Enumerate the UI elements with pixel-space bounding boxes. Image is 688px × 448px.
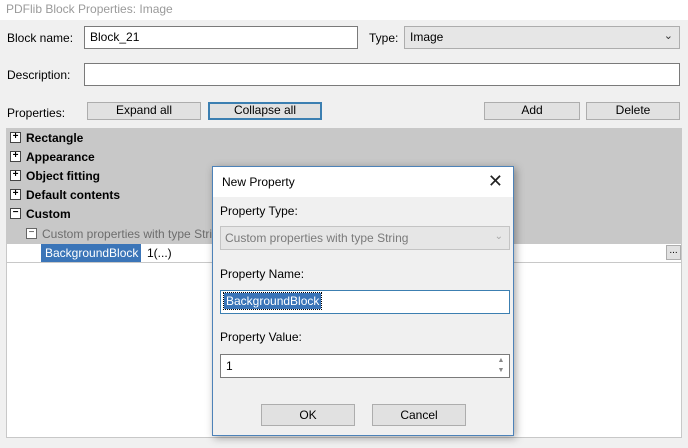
property-name-cell[interactable]: BackgroundBlock	[41, 244, 141, 262]
property-value-input[interactable]: 1 ▲ ▼	[220, 354, 510, 378]
property-type-label: Property Type:	[220, 204, 298, 218]
tree-group-rectangle[interactable]: + Rectangle	[7, 129, 681, 148]
dialog-title: New Property	[222, 175, 295, 189]
block-name-input[interactable]: Block_21	[84, 26, 358, 49]
collapse-icon[interactable]: −	[10, 208, 21, 219]
add-button[interactable]: Add	[484, 102, 580, 120]
tree-group-label: Rectangle	[26, 131, 84, 145]
tree-group-label: Appearance	[26, 150, 95, 164]
collapse-all-button[interactable]: Collapse all	[208, 102, 322, 120]
tree-group-label: Object fitting	[26, 169, 100, 183]
tree-group-appearance[interactable]: + Appearance	[7, 148, 681, 167]
window-title: PDFlib Block Properties: Image	[6, 2, 173, 16]
ok-button[interactable]: OK	[261, 404, 355, 426]
cancel-button[interactable]: Cancel	[372, 404, 466, 426]
expand-icon[interactable]: +	[10, 170, 21, 181]
spinner-arrows-icon[interactable]: ▲ ▼	[495, 356, 507, 376]
property-name-selected-text: BackgroundBlock	[222, 292, 323, 310]
tree-group-label: Custom	[26, 207, 71, 221]
property-type-value: Custom properties with type String	[225, 231, 409, 245]
block-name-label: Block name:	[7, 31, 74, 45]
property-name-input[interactable]: BackgroundBlock	[220, 290, 510, 314]
type-select[interactable]: Image ⌄	[404, 26, 680, 49]
chevron-down-icon: ⌄	[663, 30, 673, 42]
description-label: Description:	[7, 68, 71, 82]
property-value-text: 1	[226, 359, 233, 373]
collapse-icon[interactable]: −	[26, 228, 37, 239]
type-label: Type:	[369, 31, 399, 45]
properties-label: Properties:	[7, 106, 66, 120]
expand-icon[interactable]: +	[10, 189, 21, 200]
new-property-dialog: New Property ✕ Property Type: Custom pro…	[212, 166, 514, 436]
expand-all-button[interactable]: Expand all	[87, 102, 201, 120]
type-select-value: Image	[410, 30, 444, 44]
property-value-cell[interactable]: 1(...)	[147, 246, 172, 260]
expand-icon[interactable]: +	[10, 151, 21, 162]
expand-icon[interactable]: +	[10, 132, 21, 143]
description-input[interactable]	[84, 63, 680, 86]
chevron-down-icon: ⌄	[494, 231, 503, 242]
property-value-label: Property Value:	[220, 330, 302, 344]
tree-subgroup-label: Custom properties with type Stri	[42, 227, 213, 241]
tree-group-label: Default contents	[26, 188, 121, 202]
title-bar: PDFlib Block Properties: Image	[0, 0, 688, 20]
ellipsis-button[interactable]: ...	[666, 245, 681, 260]
close-icon[interactable]: ✕	[488, 171, 503, 191]
property-type-select[interactable]: Custom properties with type String ⌄	[220, 226, 510, 250]
delete-button[interactable]: Delete	[586, 102, 680, 120]
property-name-label: Property Name:	[220, 267, 305, 281]
dialog-title-bar: New Property ✕	[213, 167, 513, 197]
